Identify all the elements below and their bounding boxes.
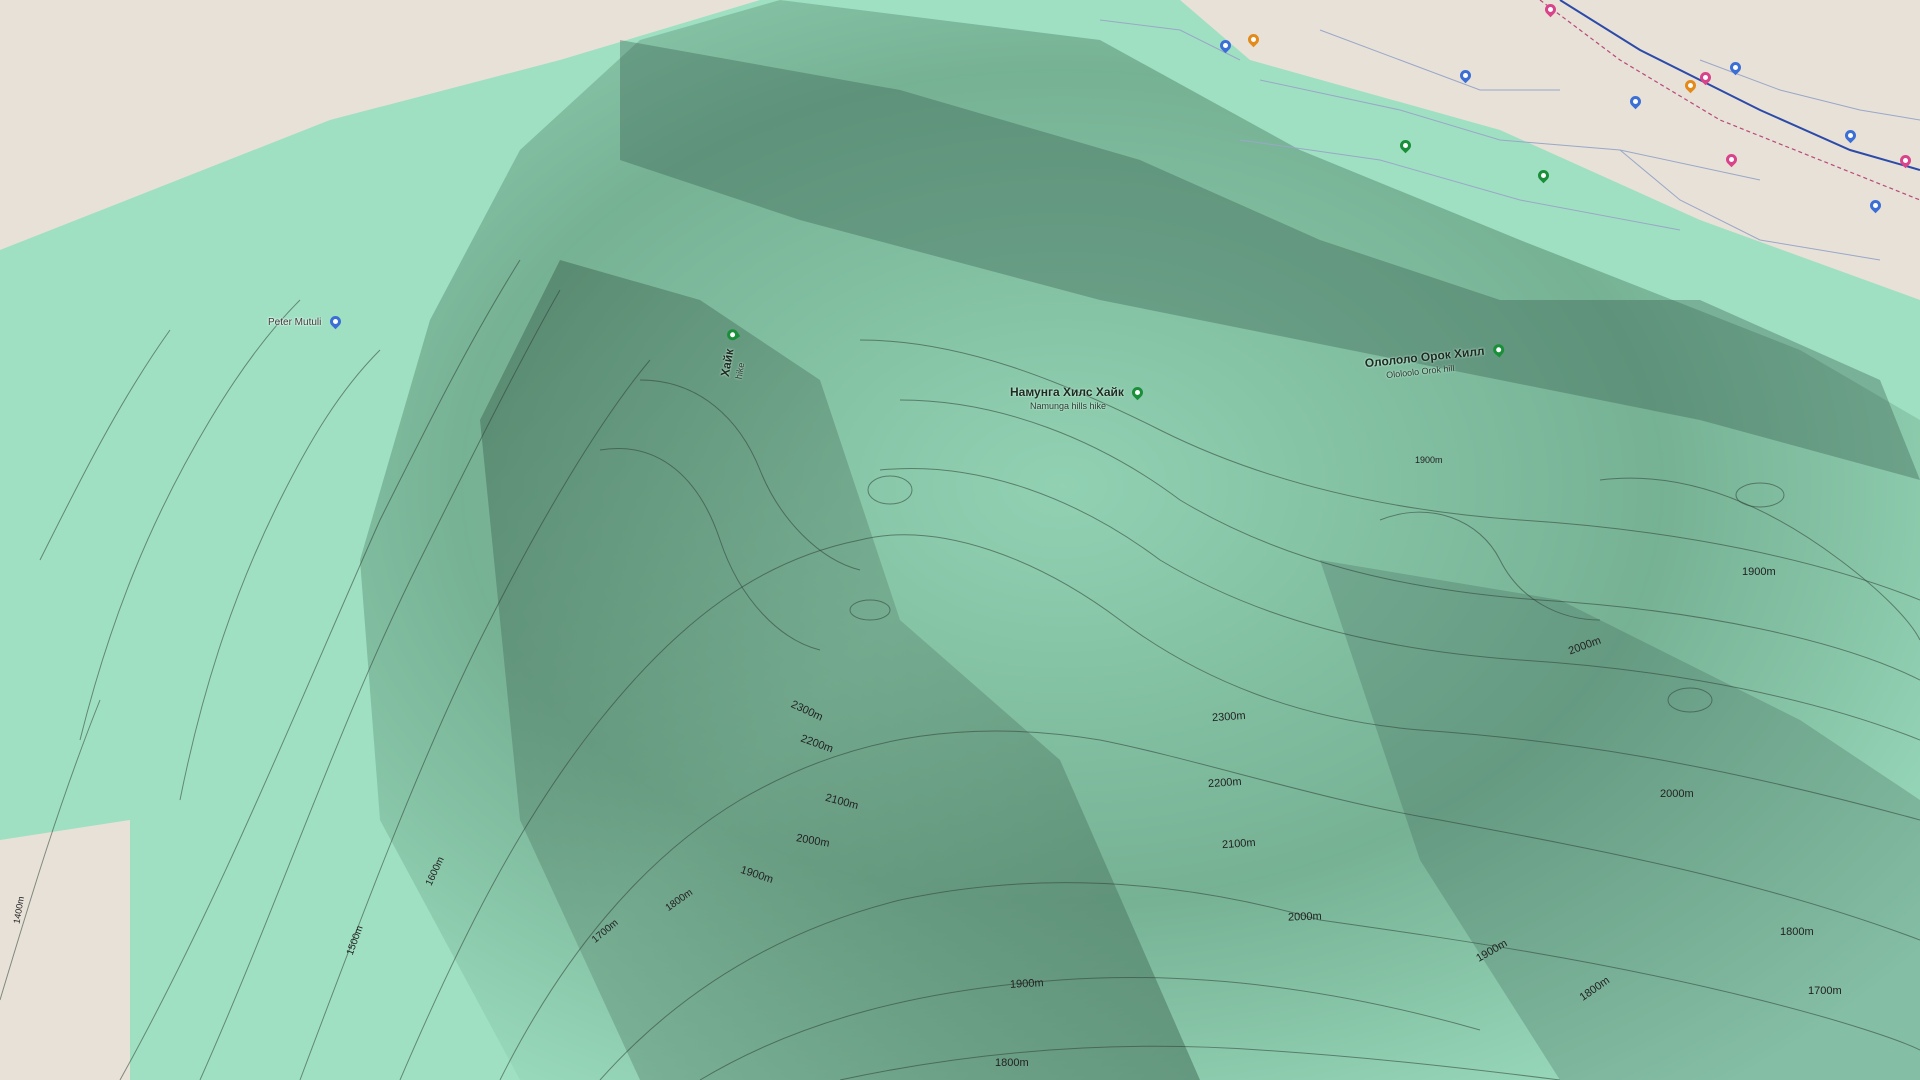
terrain-map-canvas[interactable] <box>0 0 1920 1080</box>
trail-subtitle: Namunga hills hike <box>1030 401 1107 411</box>
place-name: Peter Mutuli <box>268 317 322 328</box>
place-marker[interactable]: Peter Mutuli <box>268 312 344 330</box>
hiking-icon <box>1130 384 1146 401</box>
contour-label: 2000m <box>1660 788 1694 800</box>
trail-marker[interactable]: Намунга Хилс Хайк Namunga hills hike <box>1010 383 1146 411</box>
terrain-map[interactable]: 1800m 1900m 2000m 2100m 2200m 2300m 1900… <box>0 0 1920 1080</box>
contour-label: 2200m <box>1207 775 1243 791</box>
contour-label: 2300m <box>1211 709 1247 725</box>
contour-label: 1900m <box>1009 977 1044 991</box>
place-pin-icon <box>327 313 344 330</box>
contour-label: 1800m <box>1780 926 1814 938</box>
hiking-icon <box>724 327 741 343</box>
trail-name: Намунга Хилс Хайк <box>1010 385 1124 399</box>
contour-label: 1700m <box>1808 985 1842 997</box>
contour-label: 1900m <box>1415 455 1443 465</box>
contour-label: 2100m <box>1221 836 1257 852</box>
contour-label: 2000m <box>1287 910 1322 924</box>
contour-label: 1800m <box>995 1057 1029 1069</box>
contour-label: 1900m <box>1742 566 1776 578</box>
